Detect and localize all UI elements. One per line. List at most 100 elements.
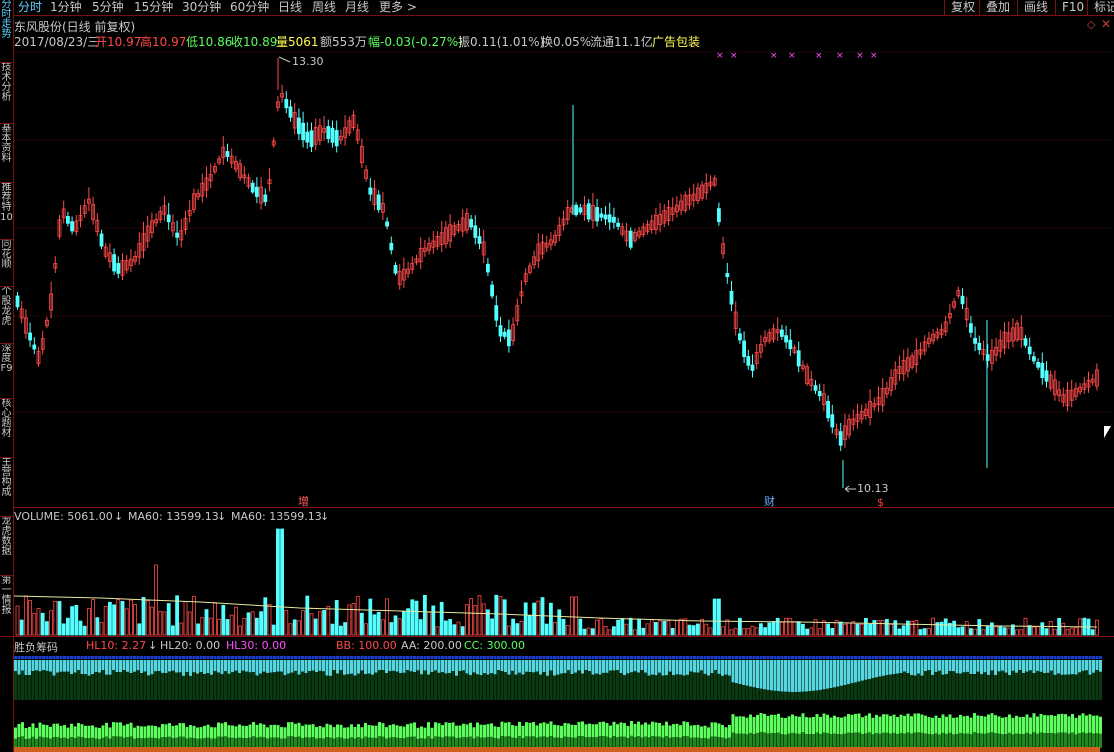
candle-body: [28, 332, 33, 341]
chip-bar: [584, 737, 588, 748]
chip-bar: [346, 656, 350, 659]
chip-bar: [752, 717, 756, 735]
chip-bar: [924, 715, 927, 734]
chip-bar: [374, 672, 378, 700]
chip-bar: [70, 737, 73, 748]
chip-bar: [308, 656, 311, 659]
volume-bar: [830, 628, 835, 636]
candle-body: [1023, 338, 1028, 346]
volume-bar: [796, 621, 801, 636]
chip-bar: [315, 660, 318, 673]
chip-bar: [94, 672, 98, 700]
chip-bar: [1029, 656, 1032, 659]
chip-bar: [413, 672, 416, 700]
chip-bar: [206, 656, 210, 659]
chip-bar: [661, 725, 665, 738]
chip-bar: [843, 733, 847, 748]
volume-bar: [738, 617, 742, 636]
chip-bar: [472, 672, 476, 700]
chip-bar: [269, 724, 273, 738]
chip-bar: [84, 660, 87, 675]
chip-bar: [185, 727, 189, 739]
chip-bar: [658, 656, 661, 659]
candle-body: [389, 242, 394, 251]
volume-bar: [645, 623, 650, 636]
chip-bar: [707, 738, 710, 748]
chip-bar: [787, 733, 791, 748]
chip-bar: [931, 674, 934, 700]
chip-bar: [381, 660, 385, 671]
chip-bar: [640, 656, 644, 659]
chip-bar: [514, 737, 518, 748]
chip-bar: [878, 716, 882, 734]
chip-bar: [346, 674, 350, 700]
volume-bar: [133, 604, 138, 636]
chip-bar: [658, 723, 661, 737]
chip-bar: [679, 725, 682, 738]
chip-bar: [416, 660, 420, 671]
chip-bar: [759, 732, 763, 748]
chip-bar: [269, 737, 273, 748]
chip-bar: [514, 725, 518, 738]
chip-panel-title[interactable]: 胜负筹码: [14, 639, 58, 655]
volume-bar: [112, 604, 116, 636]
volume-bar: [1032, 626, 1036, 636]
chip-bar: [605, 656, 609, 659]
chip-bar: [773, 714, 777, 734]
chip-bar: [224, 736, 227, 748]
candle-body: [750, 364, 755, 371]
ma60-label-1: MA60: 13599.13: [128, 510, 219, 523]
chip-bar: [521, 738, 525, 748]
chip-bar: [1011, 717, 1015, 735]
chip-bar: [1092, 656, 1095, 659]
chip-bar: [815, 714, 819, 733]
volume-bar: [754, 627, 759, 636]
volume-bar: [843, 623, 847, 636]
chip-bar: [196, 656, 199, 659]
chip-bar: [868, 678, 871, 700]
chip-bar: [241, 660, 245, 671]
volume-bar: [502, 599, 507, 636]
chip-bar: [766, 689, 770, 700]
chip-bar: [1001, 734, 1004, 748]
chip-bar: [973, 656, 976, 659]
chip-bar: [539, 736, 542, 748]
chip-bar: [297, 722, 301, 737]
volume-bar: [990, 622, 994, 636]
chip-bar: [738, 684, 742, 700]
chip-bar: [714, 722, 717, 737]
chip-bar: [231, 672, 234, 700]
volume-bar: [238, 625, 243, 636]
chip-bar: [507, 660, 511, 675]
chip-bar: [700, 660, 703, 671]
chip-bar: [553, 656, 556, 659]
chip-bar: [850, 683, 854, 700]
chip-bar: [318, 726, 322, 739]
candle-body: [15, 295, 20, 308]
volume-bar: [506, 625, 511, 636]
chip-bar: [542, 656, 546, 659]
volume-bar: [61, 623, 66, 636]
chip-bar: [311, 656, 315, 659]
chip-bar: [801, 732, 805, 748]
chip-bar: [318, 660, 322, 671]
chip-bar: [388, 656, 392, 659]
chip-bar: [224, 671, 227, 700]
chip-bar: [238, 656, 241, 659]
chip-bar: [80, 660, 84, 675]
chip-bar: [556, 725, 560, 738]
chip-bar: [941, 660, 945, 675]
chip-bar: [241, 725, 245, 738]
chip-bar: [451, 670, 455, 700]
chip-bar: [80, 724, 84, 738]
chip-bar: [1032, 656, 1036, 659]
chip-bar: [728, 656, 731, 659]
chip-bar: [882, 675, 885, 700]
chip-bar: [868, 656, 871, 659]
chip-bar: [535, 737, 539, 748]
chip-bar: [969, 674, 973, 700]
chip-bar: [934, 660, 938, 672]
chip-bar: [59, 671, 63, 700]
chip-bar: [1043, 660, 1046, 673]
volume-bar: [536, 600, 541, 636]
